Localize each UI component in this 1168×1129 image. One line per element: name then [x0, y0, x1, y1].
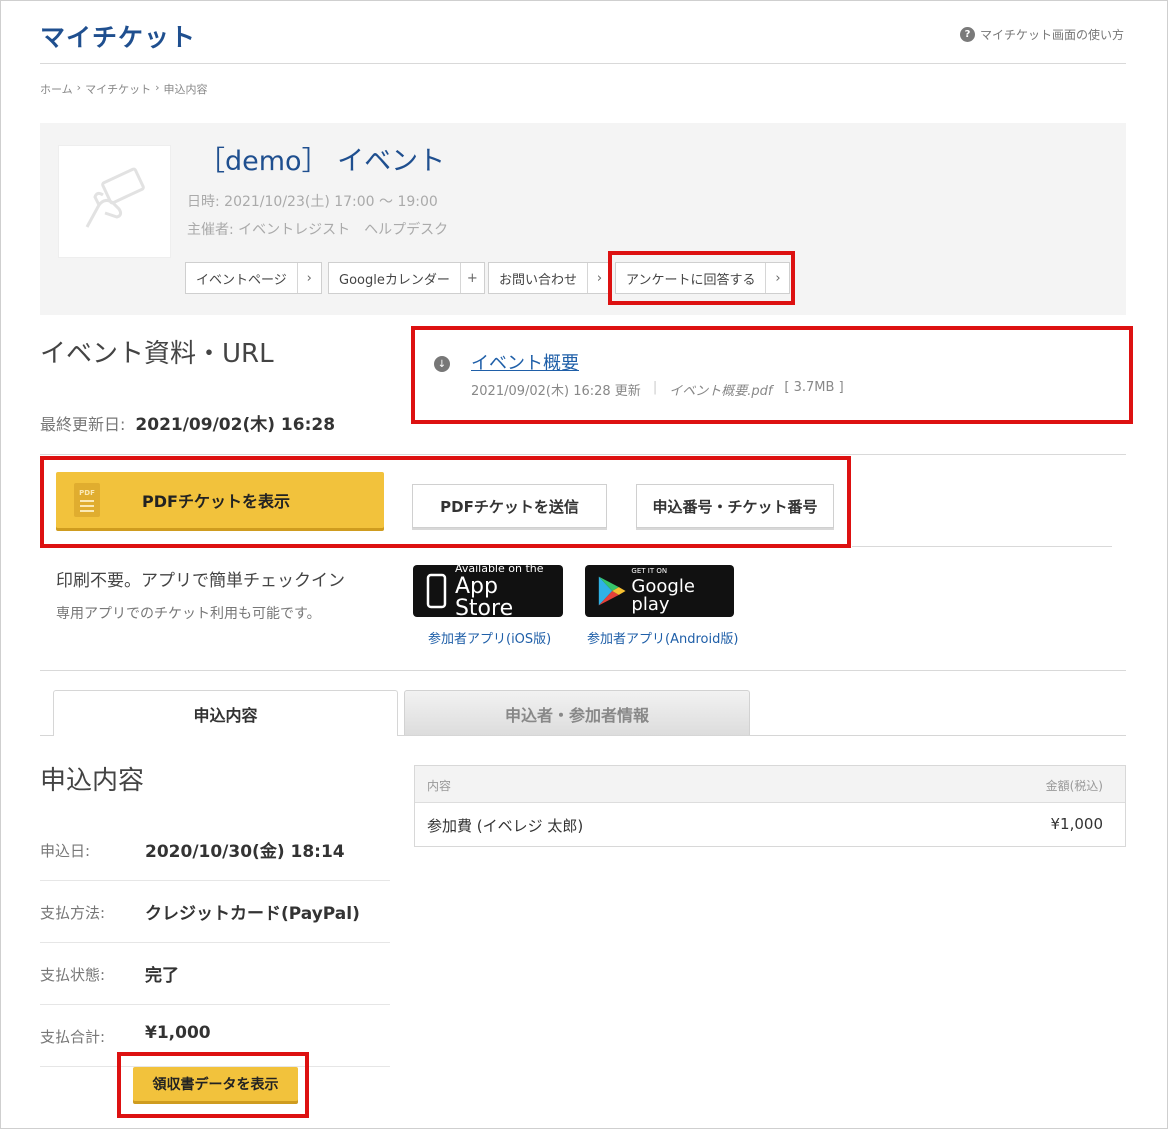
- breadcrumb-myticket[interactable]: マイチケット: [85, 81, 151, 97]
- row-value-date: 2020/10/30(金) 18:14: [145, 842, 345, 862]
- event-organizer: 主催者: イベントレジスト ヘルプデスク: [187, 222, 449, 238]
- app-store-big: App Store: [454, 573, 514, 621]
- tab-applicant-info-label: 申込者・参加者情報: [504, 705, 649, 725]
- highlight-receipt: [117, 1052, 309, 1118]
- row-label-method: 支払方法:: [40, 904, 106, 922]
- contact-label: お問い合わせ: [499, 272, 578, 288]
- android-app-link[interactable]: 参加者アプリ(Android版): [587, 628, 738, 647]
- application-title: 申込内容: [40, 766, 145, 796]
- google-calendar-button[interactable]: Googleカレンダー +: [328, 262, 485, 294]
- ticket-hand-icon: [85, 167, 145, 228]
- materials-title: イベント資料・URL: [40, 339, 274, 369]
- tab-application[interactable]: 申込内容: [53, 690, 398, 736]
- breadcrumb-separator: ›: [76, 81, 82, 94]
- header-content: 内容: [427, 779, 452, 793]
- tab-application-label: 申込内容: [193, 705, 258, 725]
- help-link-label: マイチケット画面の使い方: [979, 28, 1124, 42]
- plus-icon: +: [459, 263, 484, 293]
- price-table: 内容 金額(税込) 参加費 (イベレジ 太郎) ¥1,000: [414, 765, 1126, 847]
- section-divider: [40, 670, 1126, 671]
- phone-icon: [426, 573, 447, 609]
- ios-app-link[interactable]: 参加者アプリ(iOS版): [428, 628, 551, 647]
- event-datetime: 日時: 2021/10/23(土) 17:00 ～ 19:00: [187, 194, 438, 210]
- row-divider: [40, 942, 390, 943]
- question-icon: ?: [959, 27, 975, 42]
- google-play-small: GET IT ON: [631, 567, 668, 575]
- app-headline: 印刷不要。アプリで簡単チェックイン: [56, 571, 345, 591]
- breadcrumb-current: 申込内容: [163, 83, 208, 96]
- breadcrumb-home[interactable]: ホーム: [40, 81, 73, 97]
- app-store-badge[interactable]: Available on the App Store: [413, 561, 563, 621]
- event-panel: ［demo］ イベント 日時: 2021/10/23(土) 17:00 ～ 19…: [40, 123, 1126, 315]
- section-divider: [40, 454, 1126, 455]
- highlight-ticket-buttons: [40, 456, 851, 548]
- row-label-date: 申込日:: [40, 842, 91, 860]
- table-row: 参加費 (イベレジ 太郎) ¥1,000: [415, 804, 1125, 846]
- help-link[interactable]: ? マイチケット画面の使い方: [959, 26, 1124, 43]
- tab-baseline-left: [40, 735, 53, 736]
- event-thumbnail: [58, 145, 171, 258]
- breadcrumb-separator: ›: [155, 81, 160, 94]
- contact-button[interactable]: お問い合わせ ›: [488, 262, 613, 294]
- row-amount: ¥1,000: [1050, 815, 1104, 833]
- chevron-right-icon: ›: [296, 263, 321, 293]
- section-divider-short: [852, 546, 1112, 547]
- materials-updated: 最終更新日: 2021/09/02(木) 16:28: [40, 410, 335, 435]
- event-page-label: イベントページ: [196, 272, 287, 288]
- row-value-total: ¥1,000: [145, 1023, 211, 1043]
- highlight-survey: [608, 251, 795, 305]
- price-table-header: 内容 金額(税込): [415, 766, 1125, 803]
- google-play-big: Google play: [631, 576, 695, 615]
- google-calendar-label: Googleカレンダー: [339, 272, 450, 288]
- google-play-badge[interactable]: GET IT ON Google play: [585, 565, 734, 617]
- row-divider: [40, 880, 390, 881]
- row-value-status: 完了: [145, 966, 179, 986]
- app-subtext: 専用アプリでのチケット利用も可能です。: [56, 606, 321, 622]
- row-value-method: クレジットカード(PayPal): [145, 904, 360, 924]
- breadcrumb: ホーム › マイチケット › 申込内容: [40, 81, 207, 97]
- app-store-small: Available on the: [454, 561, 544, 575]
- header-divider: [40, 63, 1126, 64]
- tab-baseline-right: [398, 735, 1126, 736]
- row-divider: [40, 1004, 390, 1005]
- event-page-button[interactable]: イベントページ ›: [185, 262, 322, 294]
- highlight-document: [411, 326, 1133, 424]
- row-item: 参加費 (イベレジ 太郎): [427, 817, 584, 835]
- row-label-total: 支払合計:: [40, 1028, 106, 1046]
- row-label-status: 支払状態:: [40, 966, 106, 984]
- tab-applicant-info[interactable]: 申込者・参加者情報: [404, 690, 750, 736]
- header-amount: 金額(税込): [1045, 779, 1103, 793]
- google-play-icon: [598, 576, 626, 606]
- logo[interactable]: マイチケット: [40, 18, 196, 54]
- materials-updated-label: 最終更新日:: [40, 415, 126, 434]
- event-title[interactable]: ［demo］ イベント: [198, 139, 445, 178]
- materials-updated-value: 2021/09/02(木) 16:28: [135, 415, 336, 435]
